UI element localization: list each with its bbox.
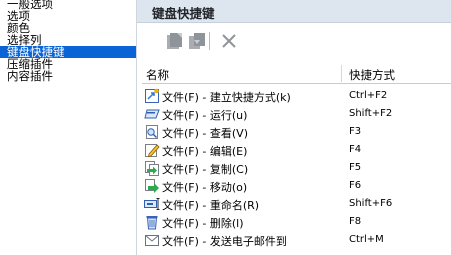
table-row[interactable]: 文件(F) - 运行(u) Shift+F2 [142, 105, 451, 123]
settings-nav: 一般选项 选项 颜色 选择列 键盘快捷键 压缩插件 内容插件 [0, 0, 137, 255]
panel-title: 键盘快捷键 [152, 6, 215, 21]
row-action-name: 文件(F) - 复制(C) [162, 163, 249, 176]
table-row[interactable]: 文件(F) - 发送电子邮件到 Ctrl+M [142, 231, 451, 249]
toolbar-separator [209, 32, 210, 50]
shortcut-list-header: 名称 快捷方式 [142, 63, 451, 84]
table-row[interactable]: 文件(F) - 复制(C) F5 [142, 159, 451, 177]
table-row[interactable]: 文件(F) - 重命名(R) Shift+F6 [142, 195, 451, 213]
row-shortcut-key: Shift+F2 [349, 108, 393, 119]
nav-item-content-plugins[interactable]: 内容插件 [0, 70, 136, 82]
table-row[interactable]: 文件(F) - 建立快捷方式(k) Ctrl+F2 [142, 87, 451, 105]
row-shortcut-key: F3 [349, 126, 362, 137]
copy-icon [144, 160, 160, 176]
row-action-name: 文件(F) - 删除(l) [162, 217, 244, 230]
row-shortcut-key: F4 [349, 144, 362, 155]
row-action-name: 文件(F) - 查看(V) [162, 127, 248, 140]
email-icon [144, 232, 160, 248]
edit-icon [144, 142, 160, 158]
toolbar [137, 23, 451, 61]
row-shortcut-key: F8 [349, 216, 362, 227]
row-action-name: 文件(F) - 运行(u) [162, 109, 248, 122]
row-shortcut-key: F6 [349, 180, 362, 191]
run-icon [144, 106, 160, 122]
rename-icon [144, 196, 160, 212]
row-action-name: 文件(F) - 移动(o) [162, 181, 248, 194]
move-icon [144, 178, 160, 194]
panel-header: 键盘快捷键 [137, 0, 451, 23]
row-shortcut-key: F5 [349, 162, 362, 173]
column-header-shortcut[interactable]: 快捷方式 [349, 67, 395, 83]
table-row[interactable]: 文件(F) - 查看(V) F3 [142, 123, 451, 141]
delete-shortcut-icon[interactable] [219, 31, 239, 51]
row-action-name: 文件(F) - 编辑(E) [162, 145, 248, 158]
create-shortcut-icon [144, 88, 160, 104]
column-divider[interactable] [341, 65, 342, 82]
edit-shortcut-icon[interactable] [187, 31, 207, 51]
row-shortcut-key: Ctrl+M [349, 234, 384, 245]
delete-icon [144, 214, 160, 230]
table-row[interactable]: 文件(F) - 移动(o) F6 [142, 177, 451, 195]
shortcuts-panel: 键盘快捷键 名称 快捷方式 文件(F) - 建立快捷方式(k) Ctrl+F2 … [137, 0, 451, 255]
row-shortcut-key: Shift+F6 [349, 198, 393, 209]
row-action-name: 文件(F) - 重命名(R) [162, 199, 260, 212]
add-shortcut-icon[interactable] [165, 31, 185, 51]
row-action-name: 文件(F) - 建立快捷方式(k) [162, 91, 291, 104]
table-row[interactable]: 文件(F) - 编辑(E) F4 [142, 141, 451, 159]
shortcut-list: 文件(F) - 建立快捷方式(k) Ctrl+F2 文件(F) - 运行(u) … [142, 87, 451, 249]
row-shortcut-key: Ctrl+F2 [349, 90, 388, 101]
table-row[interactable]: 文件(F) - 删除(l) F8 [142, 213, 451, 231]
column-header-name[interactable]: 名称 [146, 67, 169, 83]
view-icon [144, 124, 160, 140]
row-action-name: 文件(F) - 发送电子邮件到 [162, 235, 287, 248]
